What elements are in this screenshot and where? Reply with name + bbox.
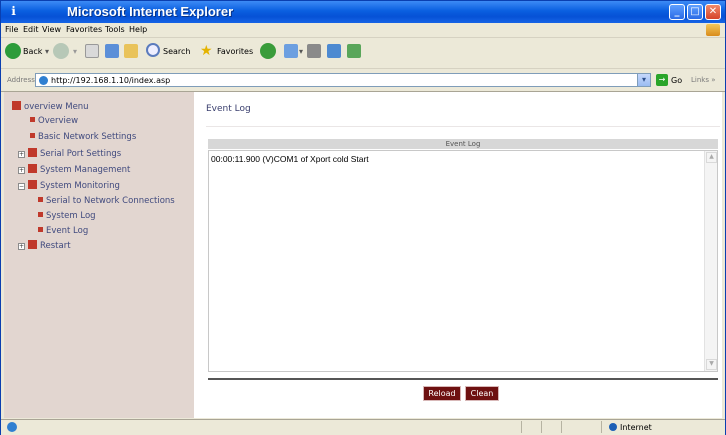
expand-plus-icon[interactable]: + (18, 151, 25, 158)
status-separator (561, 421, 562, 433)
back-dropdown-icon[interactable]: ▾ (45, 47, 49, 56)
event-log-textarea[interactable]: 00:00:11.900 (V)COM1 of Xport cold Start… (208, 150, 718, 372)
sidebar-item-serial-to-network[interactable]: Serial to Network Connections (38, 196, 175, 206)
back-arrow-icon[interactable] (5, 43, 21, 59)
status-separator (601, 421, 602, 433)
forward-arrow-icon[interactable] (53, 43, 69, 59)
window-title: Microsoft Internet Explorer (67, 4, 234, 19)
messenger-icon[interactable] (347, 44, 361, 58)
sidebar-item-system-management[interactable]: + System Management (18, 164, 130, 175)
title-bar[interactable]: ℹ Microsoft Internet Explorer _ □ ✕ (1, 1, 725, 23)
menu-view[interactable]: View (42, 25, 61, 34)
favorites-button[interactable]: Favorites (217, 47, 253, 56)
browser-window: ℹ Microsoft Internet Explorer _ □ ✕ File… (0, 0, 726, 435)
maximize-button[interactable]: □ (687, 4, 703, 20)
log-scrollbar[interactable]: ▲ ▼ (704, 151, 717, 371)
sidebar-item-system-log[interactable]: System Log (38, 211, 96, 221)
menu-file[interactable]: File (5, 25, 18, 34)
globe-icon (609, 423, 617, 431)
page-icon (38, 227, 43, 232)
toolbar: Back ▾ ▾ Search ★ Favorites ▾ (1, 38, 725, 69)
sidebar-item-overview[interactable]: Overview (30, 116, 78, 126)
menu-tools[interactable]: Tools (105, 25, 125, 34)
page-icon (39, 76, 48, 85)
clean-button[interactable]: Clean (465, 386, 499, 401)
go-button[interactable]: Go (671, 76, 682, 85)
stop-icon[interactable] (85, 44, 99, 58)
sidebar-item-basic-network[interactable]: Basic Network Settings (30, 132, 136, 142)
sidebar-root[interactable]: overview Menu (12, 101, 89, 112)
print-icon[interactable] (307, 44, 321, 58)
ie-app-icon[interactable]: ℹ (7, 5, 20, 18)
close-icon: ✕ (708, 6, 718, 17)
maximize-icon: □ (690, 6, 700, 17)
page-status-icon (7, 422, 17, 432)
status-separator (541, 421, 542, 433)
reload-button[interactable]: Reload (423, 386, 461, 401)
edit-icon[interactable] (327, 44, 341, 58)
sidebar-item-restart[interactable]: + Restart (18, 240, 71, 251)
security-zone: Internet (609, 423, 652, 432)
log-panel-header: Event Log (208, 139, 718, 149)
address-input[interactable]: http://192.168.1.10/index.asp (35, 73, 643, 87)
folder-icon (28, 240, 37, 249)
page-icon (38, 197, 43, 202)
page-icon (38, 212, 43, 217)
collapse-minus-icon[interactable]: − (18, 183, 25, 190)
folder-icon (28, 164, 37, 173)
menu-bar: File Edit View Favorites Tools Help (1, 23, 725, 38)
folder-icon (28, 180, 37, 189)
scroll-down-icon[interactable]: ▼ (706, 359, 717, 370)
search-icon[interactable] (146, 43, 160, 57)
links-button[interactable]: Links » (691, 76, 716, 84)
sidebar-item-system-monitoring[interactable]: − System Monitoring (18, 180, 120, 191)
address-dropdown-icon[interactable]: ▾ (637, 73, 651, 87)
expand-plus-icon[interactable]: + (18, 243, 25, 250)
menu-favorites[interactable]: Favorites (66, 25, 102, 34)
forward-dropdown-icon[interactable]: ▾ (73, 47, 77, 56)
menu-edit[interactable]: Edit (23, 25, 39, 34)
status-bar: Internet (1, 419, 725, 435)
button-divider (208, 378, 718, 380)
go-arrow-icon[interactable]: → (656, 74, 668, 86)
title-divider (206, 126, 720, 127)
menu-help[interactable]: Help (129, 25, 147, 34)
minimize-icon: _ (674, 6, 680, 17)
log-entry: 00:00:11.900 (V)COM1 of Xport cold Start (211, 154, 369, 164)
page-icon (30, 133, 35, 138)
page-content: overview Menu Overview Basic Network Set… (4, 92, 722, 418)
mail-icon[interactable] (284, 44, 298, 58)
page-icon (30, 117, 35, 122)
back-button[interactable]: Back (23, 47, 42, 56)
main-panel: Event Log Event Log 00:00:11.900 (V)COM1… (194, 92, 722, 418)
sidebar: overview Menu Overview Basic Network Set… (4, 92, 194, 418)
folder-icon (28, 148, 37, 157)
home-icon[interactable] (124, 44, 138, 58)
status-separator (521, 421, 522, 433)
close-button[interactable]: ✕ (705, 4, 721, 20)
sidebar-item-event-log[interactable]: Event Log (38, 226, 88, 236)
minimize-button[interactable]: _ (669, 4, 685, 20)
address-bar: Address http://192.168.1.10/index.asp ▾ … (1, 69, 725, 92)
search-button[interactable]: Search (163, 47, 190, 56)
folder-icon (12, 101, 21, 110)
address-label: Address (7, 76, 35, 84)
expand-plus-icon[interactable]: + (18, 167, 25, 174)
page-title: Event Log (206, 104, 251, 114)
windows-logo-icon (706, 24, 720, 36)
refresh-icon[interactable] (105, 44, 119, 58)
scroll-up-icon[interactable]: ▲ (706, 152, 717, 163)
mail-dropdown-icon[interactable]: ▾ (299, 47, 303, 56)
address-url[interactable]: http://192.168.1.10/index.asp (51, 76, 170, 85)
sidebar-item-serial-port[interactable]: + Serial Port Settings (18, 148, 121, 159)
history-icon[interactable] (260, 43, 276, 59)
favorites-star-icon[interactable]: ★ (200, 43, 213, 59)
